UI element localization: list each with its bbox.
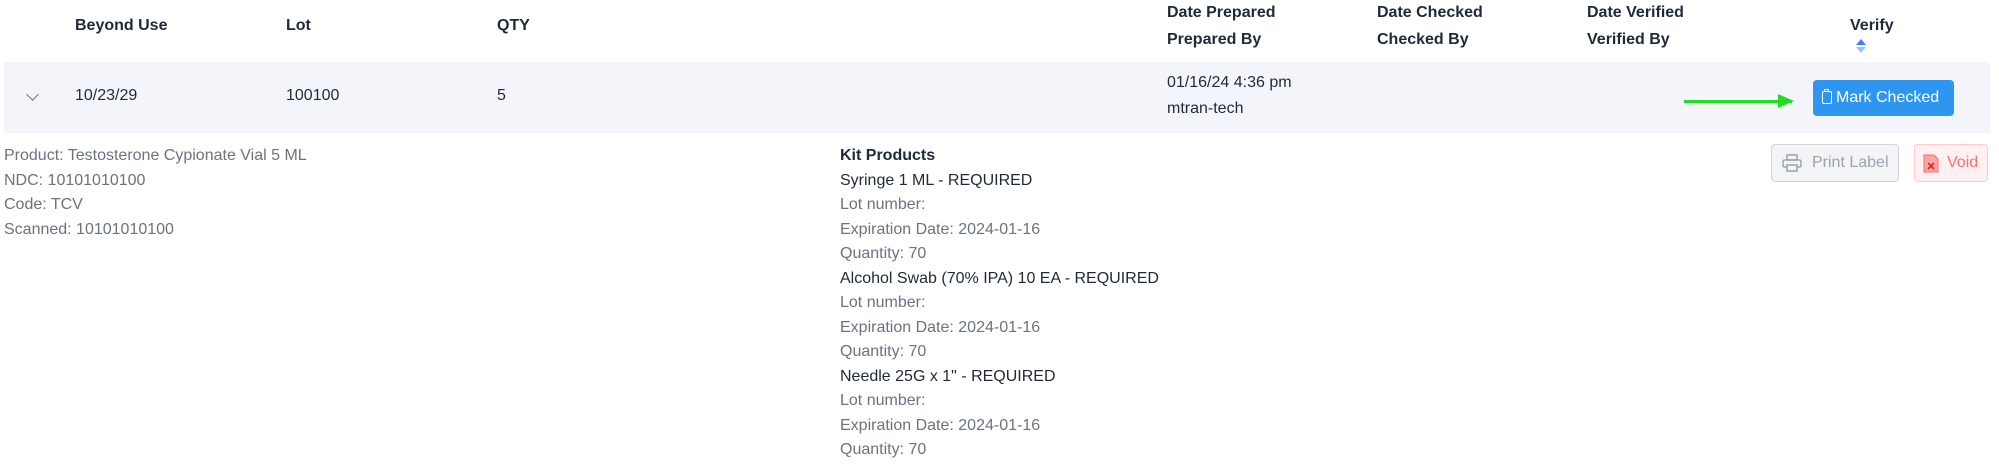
sort-icon[interactable] xyxy=(1856,39,1866,53)
verified-by-header-label: Verified By xyxy=(1587,31,1670,48)
print-label-text: Print Label xyxy=(1812,154,1889,171)
mark-checked-label: Mark Checked xyxy=(1836,89,1940,106)
lot-value: 100100 xyxy=(286,87,340,104)
kit-item-name: Alcohol Swab (70% IPA) 10 EA - REQUIRED xyxy=(840,269,1159,287)
chevron-down-icon[interactable] xyxy=(26,88,39,101)
kit-item: Alcohol Swab (70% IPA) 10 EA - REQUIRED … xyxy=(840,267,1159,365)
beyond-use-header-label: Beyond Use xyxy=(75,17,168,34)
kit-item: Syringe 1 ML - REQUIRED Lot number: Expi… xyxy=(840,169,1159,267)
code-line: Code: TCV xyxy=(4,196,83,213)
column-header-qty[interactable]: QTY xyxy=(497,12,530,39)
qty-value: 5 xyxy=(497,87,506,104)
product-details: Product: Testosterone Cypionate Vial 5 M… xyxy=(4,144,307,242)
kit-item-name: Syringe 1 ML - REQUIRED xyxy=(840,171,1033,189)
kit-item-quantity: Quantity: 70 xyxy=(840,245,927,262)
mark-checked-button[interactable]: Mark Checked xyxy=(1813,80,1954,116)
table-header: Beyond Use Lot QTY Date Prepared Prepare… xyxy=(0,0,1999,60)
void-button[interactable]: Void xyxy=(1914,144,1988,182)
kit-item-expiration: Expiration Date: 2024-01-16 xyxy=(840,220,1041,238)
date-checked-header-label: Date Checked xyxy=(1377,4,1483,21)
void-file-icon xyxy=(1923,154,1939,173)
annotation-arrow xyxy=(1684,94,1794,108)
kit-item-quantity: Quantity: 70 xyxy=(840,343,927,360)
printer-icon xyxy=(1782,154,1802,172)
column-header-prepared[interactable]: Date Prepared Prepared By xyxy=(1167,0,1276,53)
kit-item-name: Needle 25G x 1" - REQUIRED xyxy=(840,367,1056,385)
lot-header-label: Lot xyxy=(286,17,311,34)
column-header-lot[interactable]: Lot xyxy=(286,12,311,39)
date-verified-header-label: Date Verified xyxy=(1587,4,1684,21)
column-header-verified[interactable]: Date Verified Verified By xyxy=(1587,0,1684,53)
print-label-button[interactable]: Print Label xyxy=(1771,144,1899,182)
column-header-beyond-use[interactable]: Beyond Use xyxy=(75,12,167,39)
kit-item-expiration: Expiration Date: 2024-01-16 xyxy=(840,416,1041,434)
kit-products-title: Kit Products xyxy=(840,147,936,164)
verify-header-label: Verify xyxy=(1850,17,1894,34)
table-row[interactable]: 10/23/29 100100 5 01/16/24 4:36 pm mtran… xyxy=(4,62,1990,133)
checked-by-header-label: Checked By xyxy=(1377,31,1469,48)
date-prepared-value: 01/16/24 4:36 pm xyxy=(1167,74,1292,91)
clipboard-check-icon xyxy=(1822,89,1832,104)
kit-item-lot: Lot number: xyxy=(840,294,926,311)
scanned-line: Scanned: 10101010100 xyxy=(4,220,174,238)
kit-products: Kit Products Syringe 1 ML - REQUIRED Lot… xyxy=(840,144,1159,463)
column-header-verify[interactable]: Verify xyxy=(1850,12,1894,53)
qty-header-label: QTY xyxy=(497,17,530,34)
kit-item-expiration: Expiration Date: 2024-01-16 xyxy=(840,318,1041,336)
kit-item-lot: Lot number: xyxy=(840,392,926,409)
kit-item: Needle 25G x 1" - REQUIRED Lot number: E… xyxy=(840,365,1159,463)
beyond-use-value: 10/23/29 xyxy=(75,87,138,104)
kit-item-quantity: Quantity: 70 xyxy=(840,441,927,458)
kit-item-lot: Lot number: xyxy=(840,196,926,213)
void-label: Void xyxy=(1947,154,1979,171)
product-line: Product: Testosterone Cypionate Vial 5 M… xyxy=(4,147,307,164)
prepared-by-value: mtran-tech xyxy=(1167,100,1244,117)
prepared-by-header-label: Prepared By xyxy=(1167,31,1262,48)
ndc-line: NDC: 10101010100 xyxy=(4,171,146,189)
date-prepared-header-label: Date Prepared xyxy=(1167,4,1276,21)
column-header-checked[interactable]: Date Checked Checked By xyxy=(1377,0,1483,53)
